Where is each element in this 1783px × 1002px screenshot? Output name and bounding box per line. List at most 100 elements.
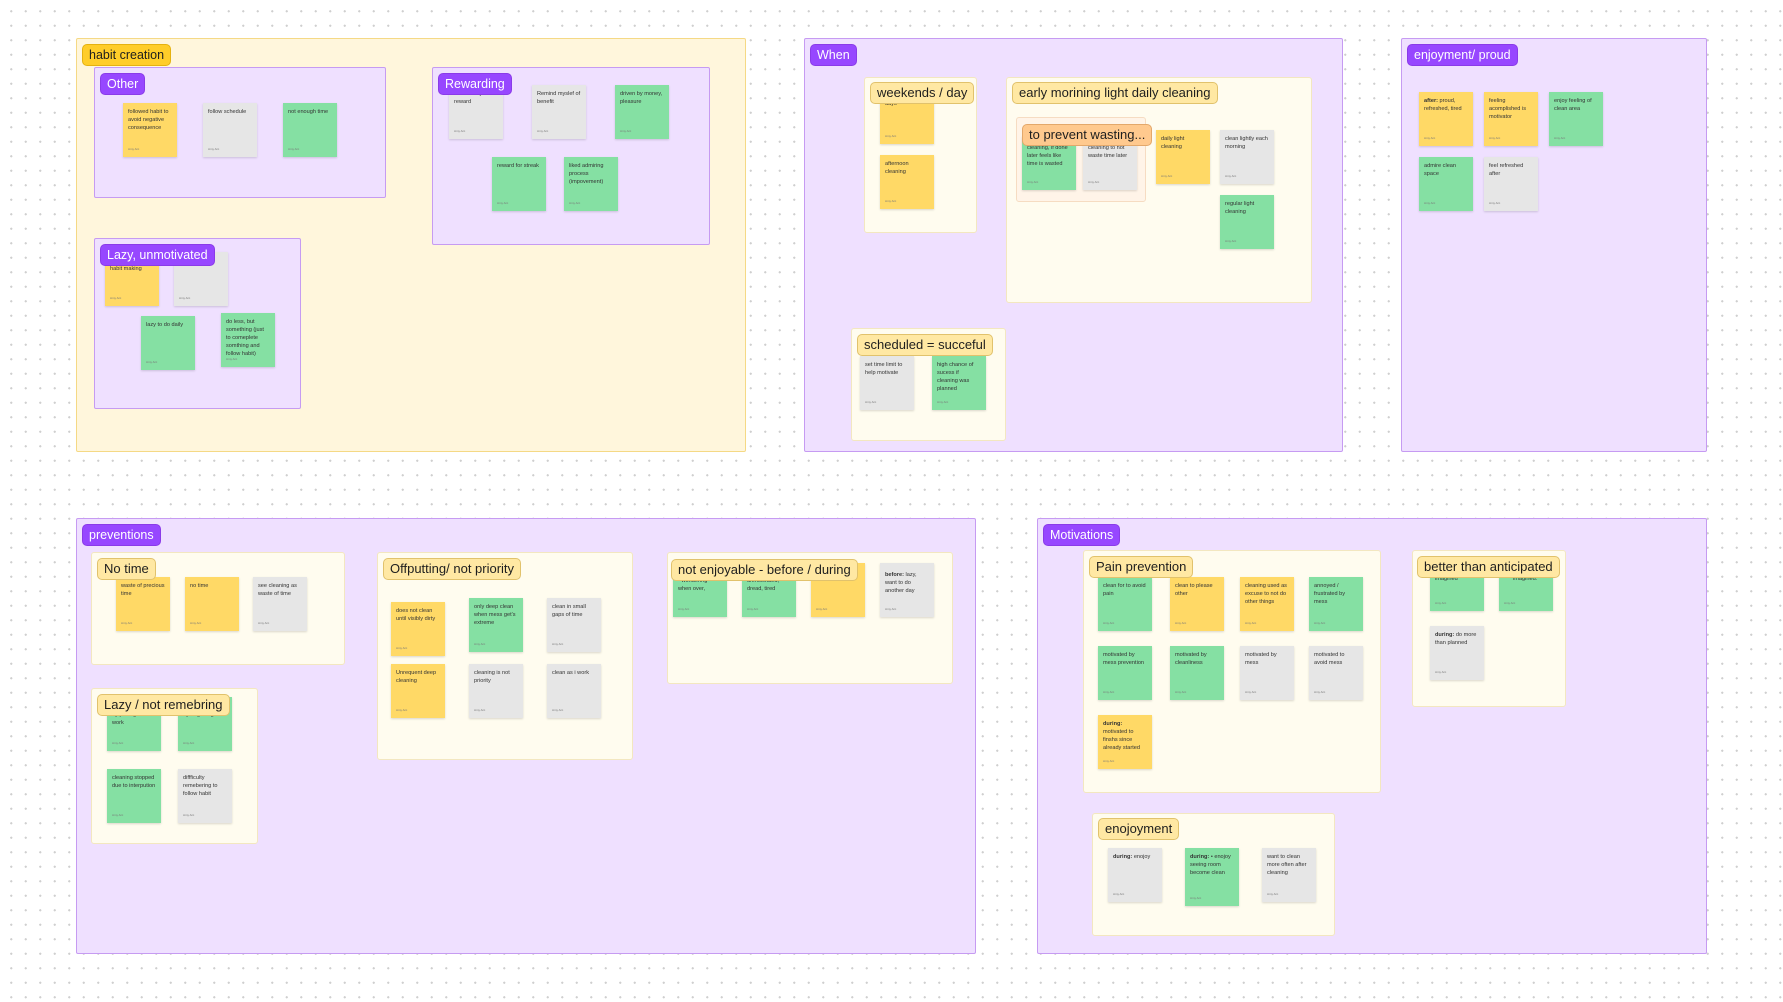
sticky-note[interactable]: clean in small gaps of time Amy Ant	[547, 598, 601, 652]
sticky-note[interactable]: during: • enojoy seeing room become clea…	[1185, 848, 1239, 906]
sticky-author: Amy Ant	[396, 708, 408, 712]
sticky-text: cleaning stopped due to interpution	[112, 775, 156, 789]
group-title-no-time[interactable]: No time	[97, 558, 156, 580]
sticky-note[interactable]: during: enojoy Amy Ant	[1108, 848, 1162, 902]
sticky-author: Amy Ant	[1504, 601, 1516, 605]
sticky-author: Amy Ant	[1103, 690, 1115, 694]
sticky-author: Amy Ant	[1225, 174, 1237, 178]
group-title-weekends[interactable]: weekends / day	[870, 82, 975, 104]
sticky-text: cleaning, if done later feels like time …	[1027, 145, 1068, 167]
sticky-note[interactable]: cleaning is not priority Amy Ant	[469, 664, 523, 718]
sticky-text: driven by money, pleasure	[620, 91, 663, 105]
sticky-bold-prefix: before:	[885, 572, 904, 578]
sticky-note[interactable]: clean for to avoid pain Amy Ant	[1098, 577, 1152, 631]
sticky-text: lazy to do daily	[146, 322, 184, 328]
sticky-note[interactable]: admire clean space Amy Ant	[1419, 157, 1473, 211]
sticky-note[interactable]: clean as i work Amy Ant	[547, 664, 601, 718]
sticky-note[interactable]: during: motivated to finshs since alread…	[1098, 715, 1152, 769]
sticky-author: Amy Ant	[190, 621, 202, 625]
sticky-note[interactable]: no time Amy Ant	[185, 577, 239, 631]
sticky-author: Amy Ant	[121, 621, 133, 625]
sticky-note[interactable]: Remind myslef of benefit Amy Ant	[532, 85, 586, 139]
sticky-author: Amy Ant	[1489, 201, 1501, 205]
sticky-note[interactable]: cleaning used as excuse to not do other …	[1240, 577, 1294, 631]
group-title-not-enjoyable[interactable]: not enjoyable - before / during	[671, 559, 858, 581]
group-title-offputting[interactable]: Offputting/ not priority	[383, 558, 522, 580]
sticky-author: Amy Ant	[569, 201, 581, 205]
sticky-note[interactable]: want to clean more often after cleaning A…	[1262, 848, 1316, 902]
sticky-text: see cleaning as waste of time	[258, 583, 297, 597]
group-title-lazy-not-remembering[interactable]: Lazy / not remebring	[97, 694, 230, 716]
sticky-note[interactable]: diffficulty remebering to follow habit Am…	[178, 769, 232, 823]
section-title-lazy-unmotivated[interactable]: Lazy, unmotivated	[100, 244, 215, 266]
sticky-author: Amy Ant	[183, 741, 195, 745]
sticky-text: cleaning to not waste time later	[1088, 145, 1128, 159]
sticky-note[interactable]: clean to please other Amy Ant	[1170, 577, 1224, 631]
group-offputting[interactable]	[377, 552, 633, 760]
sticky-text: feeling acomplished is motivator	[1489, 98, 1526, 120]
section-title-preventions[interactable]: preventions	[82, 524, 161, 546]
section-title-other[interactable]: Other	[100, 73, 146, 95]
sticky-author: Amy Ant	[552, 642, 564, 646]
sticky-note[interactable]: before: lazy, want to do another day Amy …	[880, 563, 934, 617]
sticky-note[interactable]: motivated by cleanliness Amy Ant	[1170, 646, 1224, 700]
sticky-author: Amy Ant	[1225, 239, 1237, 243]
section-title-when[interactable]: When	[810, 44, 857, 66]
sticky-text: during: motivated to finshs since alread…	[1103, 721, 1141, 751]
sticky-note[interactable]: reward for streak Amy Ant	[492, 157, 546, 211]
sticky-text: during: do more than planned	[1435, 632, 1477, 646]
sticky-note[interactable]: does not clean until visibly dirty Amy An…	[391, 602, 445, 656]
sticky-note[interactable]: liked admiring process (impovement) Amy A…	[564, 157, 618, 211]
sticky-text: reward for streak	[497, 163, 539, 169]
sticky-note[interactable]: high chance of sucess if cleaning was pl…	[932, 356, 986, 410]
group-title-early-morning[interactable]: early morining light daily cleaning	[1012, 82, 1218, 104]
sticky-note[interactable]: enjoy feeling of clean area Amy Ant	[1549, 92, 1603, 146]
sticky-text: during: • enojoy seeing room become clea…	[1190, 854, 1231, 876]
section-title-motivations[interactable]: Motivations	[1043, 524, 1121, 546]
sticky-note[interactable]: motivated by mess Amy Ant	[1240, 646, 1294, 700]
sticky-note[interactable]: feeling acomplished is motivator Amy Ant	[1484, 92, 1538, 146]
sticky-note[interactable]: lazy to do daily Amy Ant	[141, 316, 195, 370]
sticky-note[interactable]: afternoon cleaning Amy Ant	[880, 155, 934, 209]
sticky-text: motivated by mess	[1245, 652, 1277, 666]
sticky-bold-prefix: after:	[1424, 98, 1438, 104]
sticky-note[interactable]: follow schedule Amy Ant	[203, 103, 257, 157]
sticky-note[interactable]: motivated by mess prevention Amy Ant	[1098, 646, 1152, 700]
sticky-note[interactable]: not enough time Amy Ant	[283, 103, 337, 157]
group-title-pain-prevention[interactable]: Pain prevention	[1089, 556, 1194, 578]
sticky-note[interactable]: feel refreshed after Amy Ant	[1484, 157, 1538, 211]
sticky-note[interactable]: only deep clean when mess get's extreme A…	[469, 598, 523, 652]
sticky-note[interactable]: daily light cleaning Amy Ant	[1156, 130, 1210, 184]
sticky-bold-prefix: during:	[1103, 721, 1123, 727]
sticky-text: follow schedule	[208, 109, 247, 115]
sticky-author: Amy Ant	[258, 621, 270, 625]
sticky-author: Amy Ant	[865, 400, 877, 404]
group-title-scheduled[interactable]: scheduled = succeful	[857, 334, 993, 356]
sticky-note[interactable]: annoyed / frustrated by mess Amy Ant	[1309, 577, 1363, 631]
group-title-enjoyment[interactable]: enojoyment	[1098, 818, 1180, 840]
sticky-author: Amy Ant	[1113, 892, 1125, 896]
sticky-note[interactable]: regular light cleaning Amy Ant	[1220, 195, 1274, 249]
sticky-note[interactable]: do less, but something (just to comeplet…	[221, 313, 275, 367]
sticky-note[interactable]: followed habit to avoid negative consequ…	[123, 103, 177, 157]
sticky-note[interactable]: after: proud, refreshed, tired Amy Ant	[1419, 92, 1473, 146]
group-title-prevent-wasting[interactable]: to prevent wasting...	[1022, 124, 1153, 146]
sticky-note[interactable]: set time limit to help motivate Amy Ant	[860, 356, 914, 410]
sticky-note[interactable]: during: do more than planned Amy Ant	[1430, 626, 1484, 680]
sticky-author: Amy Ant	[1424, 201, 1436, 205]
sticky-note[interactable]: clean lightly each morning Amy Ant	[1220, 130, 1274, 184]
sticky-note[interactable]: Unrequent deep cleaning Amy Ant	[391, 664, 445, 718]
sticky-note[interactable]: cleaning stopped due to interpution Amy A…	[107, 769, 161, 823]
sticky-author: Amy Ant	[937, 400, 949, 404]
sticky-author: Amy Ant	[1161, 174, 1173, 178]
sticky-note[interactable]: driven by money, pleasure Amy Ant	[615, 85, 669, 139]
sticky-author: Amy Ant	[183, 813, 195, 817]
group-title-better-than-anticipated[interactable]: better than anticipated	[1417, 556, 1560, 578]
section-title-rewarding[interactable]: Rewarding	[438, 73, 512, 95]
sticky-note[interactable]: motivated to avoid mess Amy Ant	[1309, 646, 1363, 700]
sticky-author: Amy Ant	[620, 129, 632, 133]
sticky-note[interactable]: waste of precious time Amy Ant	[116, 577, 170, 631]
section-title-habit-creation[interactable]: habit creation	[82, 44, 172, 66]
sticky-note[interactable]: see cleaning as waste of time Amy Ant	[253, 577, 307, 631]
section-title-enjoyment-proud[interactable]: enjoyment/ proud	[1407, 44, 1518, 66]
